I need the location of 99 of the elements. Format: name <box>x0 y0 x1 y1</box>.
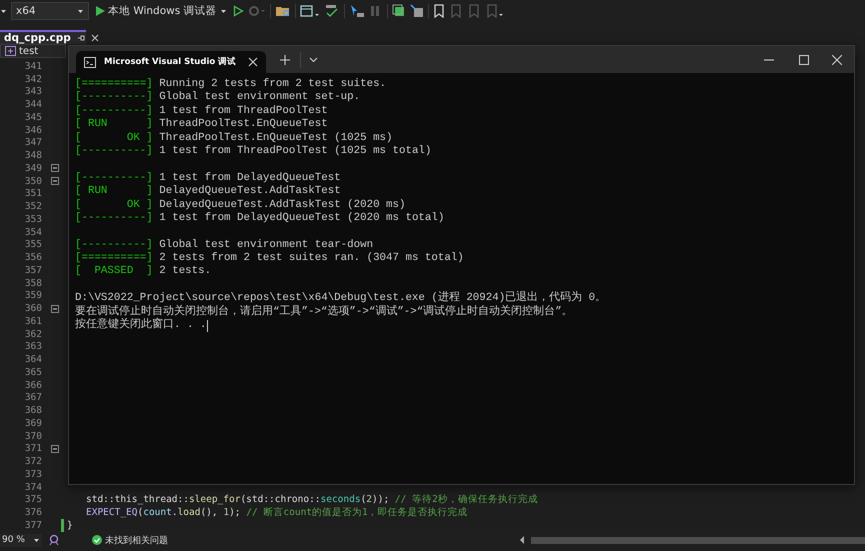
project-dropdown[interactable]: test <box>0 44 66 58</box>
window-icon[interactable] <box>300 4 320 18</box>
test-status-tag: [ OK ] <box>75 132 153 145</box>
spellcheck-icon[interactable] <box>324 4 340 18</box>
line-number: 357 <box>24 264 42 276</box>
dropdown-icon[interactable] <box>309 56 318 62</box>
line-number: 348 <box>24 150 42 162</box>
play-icon <box>95 5 105 17</box>
horizontal-scrollbar[interactable] <box>520 536 865 544</box>
test-status-tag: [----------] <box>75 91 153 105</box>
zoom-dropdown[interactable]: 90 % <box>0 534 42 546</box>
maximize-icon[interactable] <box>799 54 809 64</box>
line-number: 369 <box>24 418 42 429</box>
test-status-tag: [==========] <box>75 78 153 92</box>
console-text: DelayedQueueTest.AddTaskTest (2020 ms) <box>159 198 406 212</box>
line-number: 365 <box>24 366 42 378</box>
line-number: 359 <box>24 290 42 302</box>
bookmark-icon[interactable] <box>432 4 445 18</box>
test-status-tag: [----------] <box>75 212 153 226</box>
brush-icon[interactable] <box>48 534 60 546</box>
line-number: 345 <box>24 112 42 123</box>
console-text: 2 tests from 2 test suites ran. (3047 ms total) <box>159 252 464 266</box>
folder-search-icon[interactable] <box>274 4 291 18</box>
line-number: 375 <box>24 494 42 506</box>
cursor-icon[interactable] <box>348 4 365 18</box>
line-number: 377 <box>24 520 42 531</box>
line-number: 353 <box>24 214 42 225</box>
start-debugging-button[interactable]: 本地 Windows 调试器 <box>93 4 229 18</box>
line-number: 346 <box>24 124 42 136</box>
console-text: Global test environment tear-down <box>159 238 374 252</box>
test-status-tag: [ PASSED ] <box>75 265 153 279</box>
close-icon <box>90 34 99 42</box>
line-number: 374 <box>24 482 42 493</box>
line-number: 341 <box>24 60 42 72</box>
console-text: 按任意键关闭此窗口. . . <box>75 319 206 332</box>
close-icon[interactable] <box>832 54 842 64</box>
test-status-tag: [----------] <box>75 144 153 158</box>
platform-dropdown[interactable]: x64 <box>11 2 89 20</box>
line-number: 362 <box>24 328 42 340</box>
collapse-icon[interactable] <box>51 304 59 313</box>
console-text: Running 2 tests from 2 test suites. <box>159 78 386 91</box>
line-number: 361 <box>24 316 42 327</box>
line-number: 355 <box>24 239 42 250</box>
line-number: 349 <box>24 162 42 174</box>
console-text: 1 test from ThreadPoolTest <box>159 104 328 118</box>
line-number: 364 <box>24 354 42 366</box>
collapse-icon[interactable] <box>51 164 59 172</box>
terminal-tab[interactable]: Microsoft Visual Studio 调试 <box>76 51 266 73</box>
console-text: D:\VS2022_Project\source\repos\test\x64\Debug\test.exe (进程 20924)已退出，代码为 0。 <box>75 292 606 304</box>
console-text: 1 test from DelayedQueueTest (2020 ms total) <box>159 212 444 226</box>
code-line: std::this_thread::sleep_for(std::chrono::seconds(2)); // 等待2秒，确保任务执行完成 <box>85 493 538 506</box>
line-number: 347 <box>24 137 42 148</box>
console-text: DelayedQueueTest.AddTaskTest <box>159 185 341 199</box>
line-number: 376 <box>24 507 42 518</box>
line-number: 371 <box>24 443 42 454</box>
test-status-tag: [----------] <box>75 172 153 186</box>
code-line: } <box>66 520 73 531</box>
test-status-tag: [ OK ] <box>75 198 153 212</box>
line-number: 373 <box>24 468 42 480</box>
collapse-icon[interactable] <box>51 444 59 453</box>
line-number: 344 <box>24 99 42 110</box>
new-tab-icon[interactable] <box>280 54 290 64</box>
console-text: 1 test from DelayedQueueTest <box>159 172 341 185</box>
line-number: 370 <box>24 430 42 442</box>
check-icon <box>92 535 102 545</box>
console-text: 1 test from ThreadPoolTest (1025 ms total) <box>159 144 432 158</box>
caret-icon <box>33 536 40 544</box>
terminal-icon <box>84 56 96 68</box>
test-status-tag: [----------] <box>75 104 153 118</box>
line-number: 350 <box>24 176 42 187</box>
console-text: 2 tests. <box>159 265 212 279</box>
line-number: 360 <box>24 303 42 314</box>
play-outline-icon[interactable] <box>232 5 244 17</box>
issues-indicator[interactable]: 未找到相关问题 <box>86 532 174 548</box>
line-number: 343 <box>24 86 42 98</box>
line-number: 372 <box>24 456 42 468</box>
console-text: Global test environment set-up. <box>159 91 360 105</box>
line-number: 366 <box>24 380 42 391</box>
project-icon <box>5 46 16 56</box>
line-number: 351 <box>24 188 42 200</box>
line-number: 367 <box>24 392 42 404</box>
test-status-tag: [ RUN ] <box>75 118 153 132</box>
line-number: 352 <box>24 201 42 212</box>
test-status-tag: [----------] <box>75 238 153 252</box>
line-number: 356 <box>24 252 42 264</box>
console-text: ThreadPoolTest.EnQueueTest (1025 ms) <box>159 132 393 145</box>
code-line: EXPECT_EQ(count.load(), 1); // 断言count的值是否为1，即任务是否执行完成 <box>85 506 468 520</box>
test-status-tag: [ RUN ] <box>75 185 153 199</box>
console-text: 要在调试停止时自动关闭控制台，请启用“工具”->“选项”->“调试”->“调试停止时自动关闭控制台”。 <box>75 306 573 318</box>
collapse-icon[interactable] <box>51 177 59 186</box>
pin-icon <box>76 34 85 42</box>
line-number: 354 <box>24 226 42 238</box>
line-number: 363 <box>24 341 42 352</box>
line-number: 368 <box>24 405 42 416</box>
line-number: 358 <box>24 278 42 289</box>
console-text: ThreadPoolTest.EnQueueTest <box>159 118 328 132</box>
line-number: 342 <box>24 74 42 85</box>
scroll-left-icon <box>520 536 525 544</box>
test-status-tag: [==========] <box>75 252 153 266</box>
